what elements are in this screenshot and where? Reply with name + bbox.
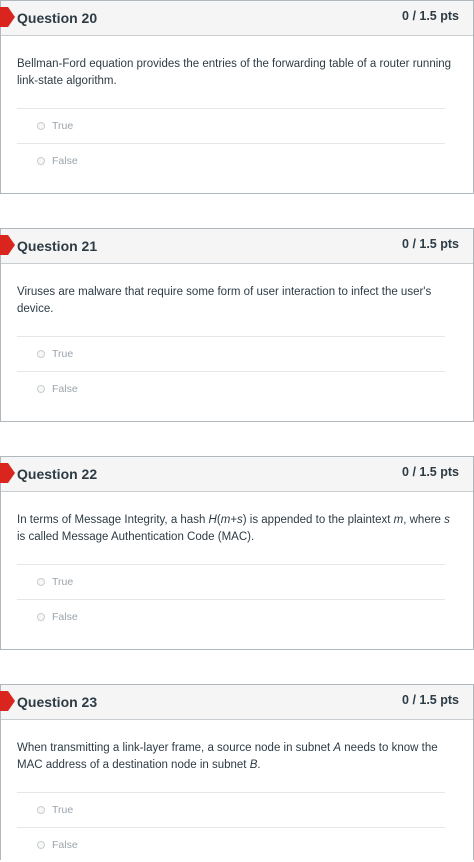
answer-option-true[interactable]: True xyxy=(17,108,445,143)
answer-option-false[interactable]: False xyxy=(17,371,445,406)
question-text-part: m+s xyxy=(220,514,243,526)
answer-label: False xyxy=(52,611,78,623)
question-text-part: m xyxy=(393,514,404,526)
question-20: Question 20 0 / 1.5 pts Bellman-Ford equ… xyxy=(0,0,474,194)
answer-list: True False xyxy=(17,336,445,406)
radio-button-icon[interactable] xyxy=(37,841,45,849)
answer-label: False xyxy=(52,839,78,851)
question-text: Bellman-Ford equation provides the entri… xyxy=(17,58,452,87)
question-text-part: s xyxy=(444,514,450,526)
answer-option-false[interactable]: False xyxy=(17,599,445,634)
question-score: 0 / 1.5 pts xyxy=(402,9,459,23)
question-title: Question 23 xyxy=(17,694,98,710)
radio-button-icon[interactable] xyxy=(37,350,45,358)
question-text-part: ) is appended to the plaintext xyxy=(242,514,394,526)
question-text-part: In terms of Message Integrity, a hash xyxy=(17,514,209,526)
incorrect-flag-icon xyxy=(0,7,15,27)
question-text-part: H xyxy=(208,514,217,526)
question-score: 0 / 1.5 pts xyxy=(402,693,459,707)
radio-button-icon[interactable] xyxy=(37,157,45,165)
answer-option-true[interactable]: True xyxy=(17,336,445,371)
answer-list: True False xyxy=(17,792,445,862)
question-title: Question 21 xyxy=(17,238,98,254)
question-header: Question 20 0 / 1.5 pts xyxy=(0,1,473,36)
question-text: In terms of Message Integrity, a hash H(… xyxy=(17,512,457,546)
incorrect-flag-icon xyxy=(0,463,15,483)
radio-button-icon[interactable] xyxy=(37,806,45,814)
answer-label: True xyxy=(52,120,74,132)
incorrect-flag-icon xyxy=(0,691,15,711)
question-23: Question 23 0 / 1.5 pts When transmittin… xyxy=(0,684,474,860)
question-score: 0 / 1.5 pts xyxy=(402,237,459,251)
question-title: Question 20 xyxy=(17,10,98,26)
answer-label: False xyxy=(52,383,78,395)
radio-button-icon[interactable] xyxy=(37,613,45,621)
question-text-part: is called Message Authentication Code (M… xyxy=(17,531,255,543)
question-score: 0 / 1.5 pts xyxy=(402,465,459,479)
answer-label: True xyxy=(52,348,74,360)
answer-option-false[interactable]: False xyxy=(17,827,445,862)
answer-option-false[interactable]: False xyxy=(17,143,445,178)
radio-button-icon[interactable] xyxy=(37,122,45,130)
answer-label: True xyxy=(52,804,74,816)
answer-option-true[interactable]: True xyxy=(17,564,445,599)
question-text-part: A xyxy=(333,742,342,754)
radio-button-icon[interactable] xyxy=(37,578,45,586)
question-text-part: , where xyxy=(403,514,445,526)
radio-button-icon[interactable] xyxy=(37,385,45,393)
question-header: Question 22 0 / 1.5 pts xyxy=(0,457,473,492)
question-title: Question 22 xyxy=(17,466,98,482)
answer-label: False xyxy=(52,155,78,167)
question-header: Question 21 0 / 1.5 pts xyxy=(0,229,473,264)
question-21: Question 21 0 / 1.5 pts Viruses are malw… xyxy=(0,228,474,422)
incorrect-flag-icon xyxy=(0,235,15,255)
answer-label: True xyxy=(52,576,74,588)
question-22: Question 22 0 / 1.5 pts In terms of Mess… xyxy=(0,456,474,650)
question-text-part: When transmitting a link-layer frame, a … xyxy=(17,742,334,754)
question-text-part: . xyxy=(257,759,261,771)
question-text: When transmitting a link-layer frame, a … xyxy=(17,740,457,774)
answer-list: True False xyxy=(17,564,445,634)
question-header: Question 23 0 / 1.5 pts xyxy=(0,685,473,720)
answer-list: True False xyxy=(17,108,445,178)
answer-option-true[interactable]: True xyxy=(17,792,445,827)
question-text: Viruses are malware that require some fo… xyxy=(17,286,432,315)
